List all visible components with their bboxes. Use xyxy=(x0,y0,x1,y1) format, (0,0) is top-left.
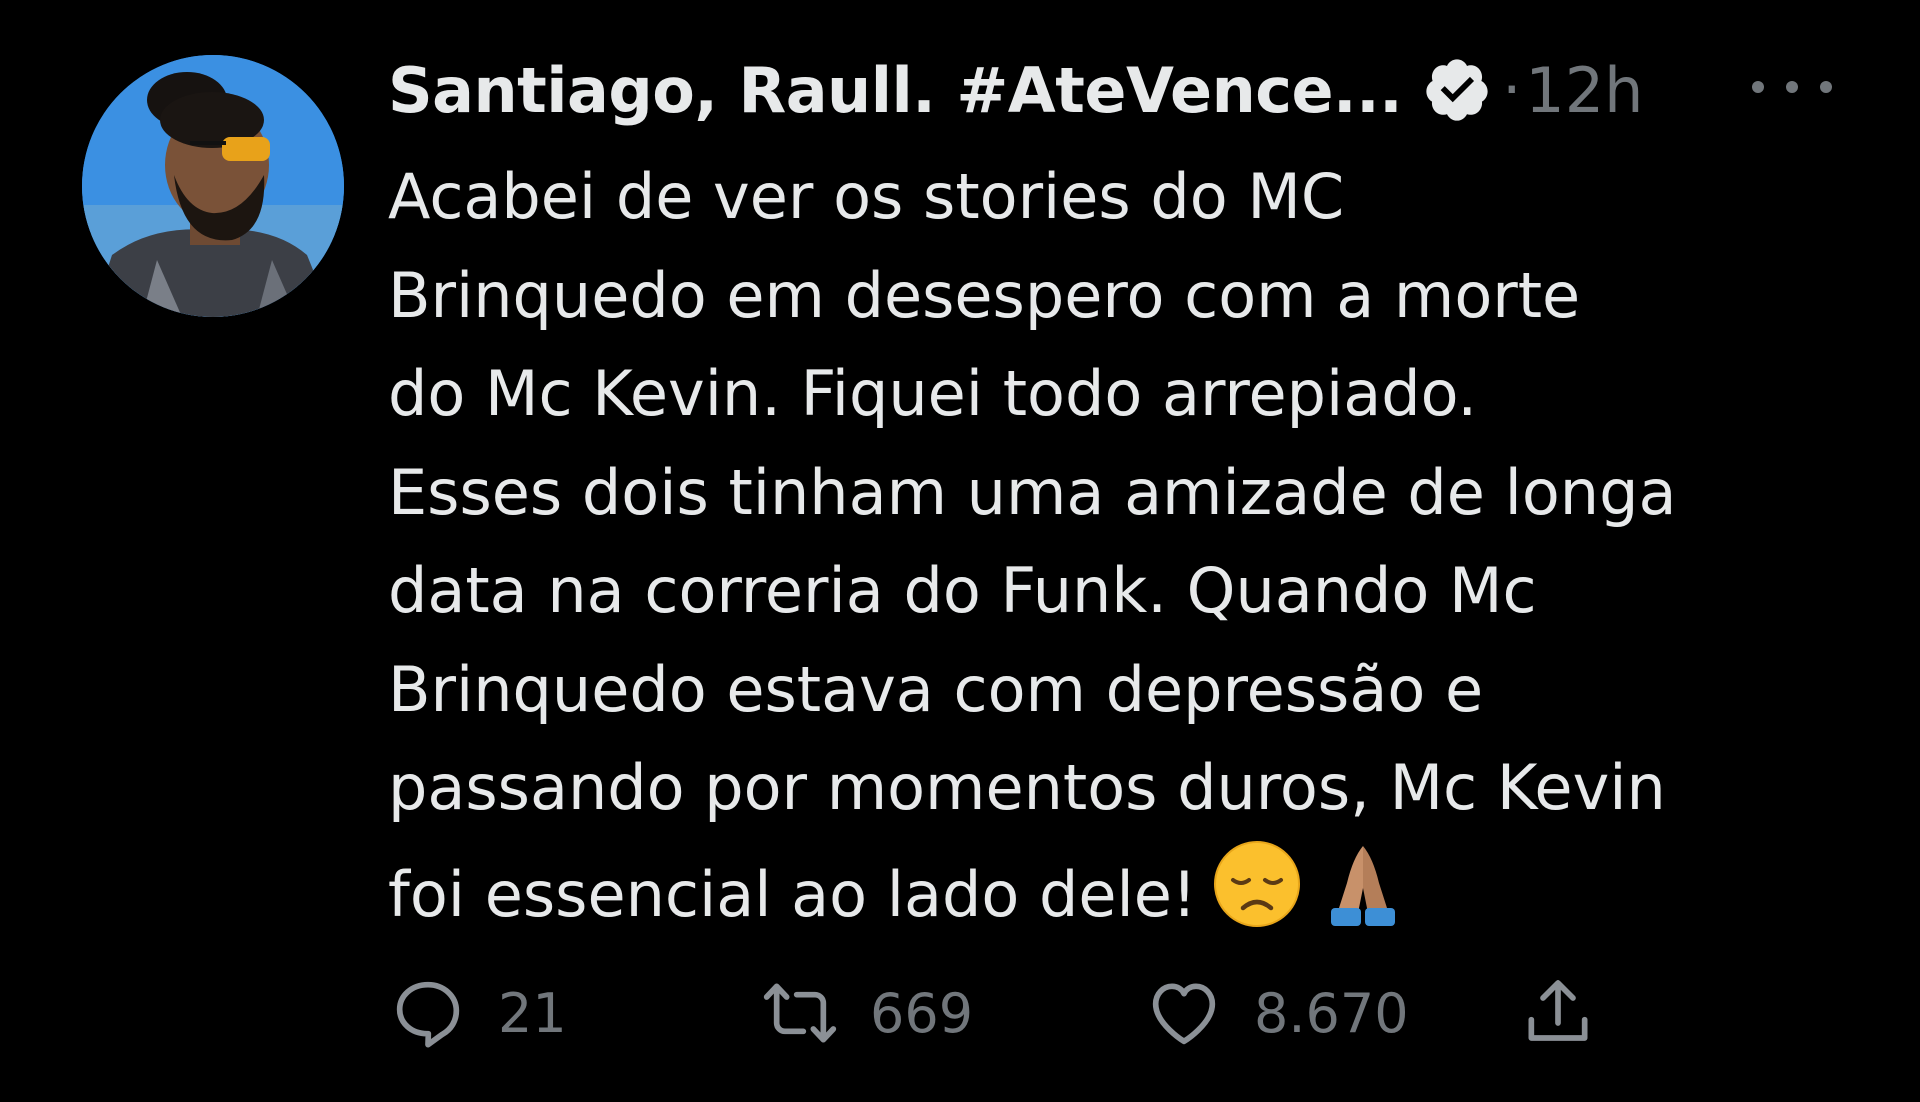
tweet-card[interactable]: Santiago, Raull. #AteVence... · 12h Acab… xyxy=(0,0,1920,1102)
tweet-text-line: Brinquedo em desespero com a morte xyxy=(388,258,1581,332)
header-separator: · xyxy=(1502,55,1522,125)
share-icon xyxy=(1518,973,1598,1053)
tweet-text-line: do Mc Kevin. Fiquei todo arrepiado. xyxy=(388,357,1478,430)
tweet-text-line: Brinquedo estava com depressão e xyxy=(388,652,1484,726)
more-dot xyxy=(1752,81,1764,93)
tweet-text-line: Acabei de ver os stories do MC xyxy=(388,160,1345,233)
like-count: 8.670 xyxy=(1254,981,1409,1045)
more-horizontal-icon[interactable] xyxy=(1752,62,1832,112)
like-button[interactable]: 8.670 xyxy=(1144,968,1409,1058)
tweet-text-last-line: foi essencial ao lado dele! xyxy=(388,838,1888,945)
folded-hands-icon xyxy=(1317,838,1409,930)
avatar-photo xyxy=(82,55,344,317)
reply-button[interactable]: 21 xyxy=(388,968,567,1058)
verified-badge-icon xyxy=(1422,55,1492,125)
retweet-icon xyxy=(760,973,840,1053)
more-dot xyxy=(1786,81,1798,93)
heart-icon xyxy=(1144,973,1224,1053)
tweet-text-line: passando por momentos duros, Mc Kevin xyxy=(388,751,1666,824)
tweet-header: Santiago, Raull. #AteVence... · 12h xyxy=(388,50,1643,130)
avatar[interactable] xyxy=(82,55,344,317)
tweet-text-line: foi essencial ao lado dele! xyxy=(388,857,1197,931)
tweet-timestamp[interactable]: 12h xyxy=(1525,54,1643,127)
reply-icon xyxy=(388,973,468,1053)
retweet-button[interactable]: 669 xyxy=(760,968,973,1058)
more-dot xyxy=(1820,81,1832,93)
tweet-text-line: data na correria do Funk. Quando Mc xyxy=(388,554,1537,627)
disappointed-face-icon xyxy=(1211,838,1303,930)
retweet-count: 669 xyxy=(870,981,974,1045)
tweet-text: Acabei de ver os stories do MC Brinquedo… xyxy=(388,148,1888,944)
share-button[interactable] xyxy=(1518,968,1598,1058)
author-display-name[interactable]: Santiago, Raull. #AteVence... xyxy=(388,54,1403,127)
tweet-text-line: Esses dois tinham uma amizade de longa xyxy=(388,455,1677,529)
reply-count: 21 xyxy=(498,981,567,1045)
